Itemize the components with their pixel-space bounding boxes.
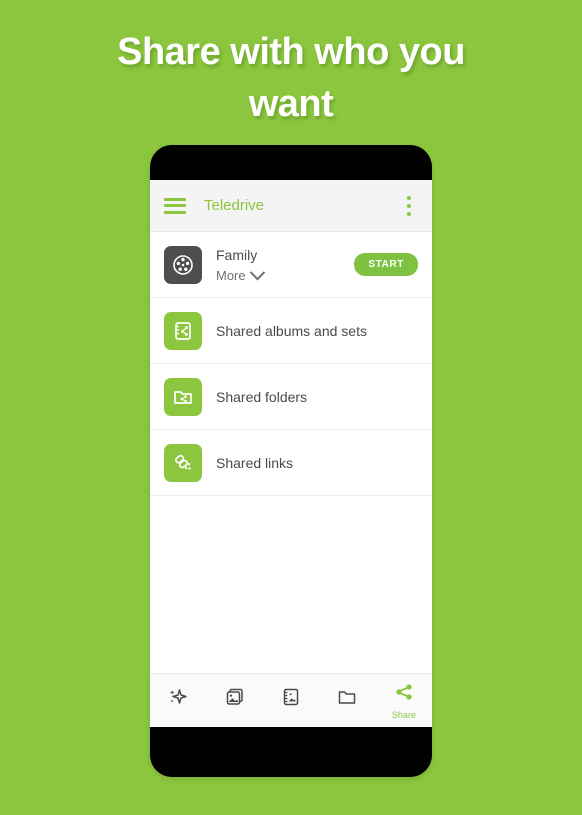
people-group-icon [164,245,202,284]
shared-folder-icon [164,377,202,416]
list-item[interactable]: Shared albums and sets [150,298,432,364]
chevron-down-icon [249,264,265,281]
list-item[interactable]: Family More START [150,232,432,298]
list-item-text: Shared links [216,454,418,472]
shared-link-icon [164,443,202,482]
phone-frame: Teledrive Family More START Shared album… [150,145,432,777]
sparkle-icon [166,685,190,714]
share-icon [393,681,415,708]
list-item[interactable]: Shared links [150,430,432,496]
list-item[interactable]: Shared folders [150,364,432,430]
hamburger-menu-icon[interactable] [164,197,186,214]
share-list: Family More START Shared albums and sets… [150,232,432,496]
nav-item-photos[interactable] [206,674,262,727]
album-icon [279,685,303,714]
nav-item-folders[interactable] [319,674,375,727]
app-bar: Teledrive [150,180,432,232]
page-headline: Share with who you want [117,31,465,125]
list-item-title: Shared folders [216,388,308,405]
nav-item-label: Share [391,710,416,720]
list-item-subtitle: More [216,267,246,283]
nav-item-albums[interactable] [263,674,319,727]
more-vertical-icon[interactable] [400,195,418,216]
list-item-title: Shared albums and sets [216,322,367,339]
list-item-subtitle-row[interactable]: More [216,264,354,284]
bottom-navigation: Share [150,673,432,727]
folder-icon [335,685,359,714]
photo-stack-icon [223,685,247,714]
list-item-text: Shared albums and sets [216,322,418,340]
shared-album-icon [164,311,202,350]
list-item-text: Family More [216,246,354,284]
nav-item-assistant[interactable] [150,674,206,727]
nav-item-share[interactable]: Share [376,674,432,727]
list-item-title: Family [216,246,258,263]
app-title: Teledrive [204,197,265,214]
list-item-title: Shared links [216,454,294,471]
phone-screen: Teledrive Family More START Shared album… [150,180,432,727]
list-item-text: Shared folders [216,388,418,406]
start-button[interactable]: START [354,253,418,276]
